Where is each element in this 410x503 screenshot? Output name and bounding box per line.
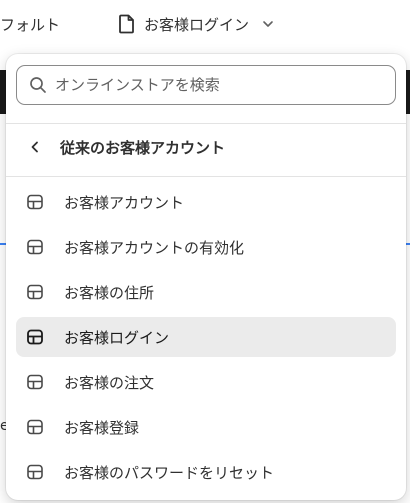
search-field[interactable] xyxy=(16,65,396,105)
template-icon xyxy=(26,418,44,436)
template-item-label: お客様ログイン xyxy=(64,328,170,347)
template-icon xyxy=(26,238,44,256)
page-selector-label: お客様ログイン xyxy=(144,15,250,34)
template-item-reset-password[interactable]: お客様のパスワードをリセット xyxy=(16,452,396,492)
template-item-account-activation[interactable]: お客様アカウントの有効化 xyxy=(16,227,396,267)
template-item-addresses[interactable]: お客様の住所 xyxy=(16,272,396,312)
page-icon xyxy=(118,14,136,34)
chevron-left-icon xyxy=(28,140,42,154)
chevron-down-icon xyxy=(261,17,275,31)
page-selector-button[interactable]: お客様ログイン xyxy=(118,6,275,42)
search-input[interactable] xyxy=(55,76,383,94)
template-item-label: お客様アカウントの有効化 xyxy=(64,238,245,257)
template-item-label: お客様の住所 xyxy=(64,283,155,302)
template-item-label: お客様アカウント xyxy=(64,193,185,212)
divider xyxy=(6,176,406,177)
divider xyxy=(6,123,406,124)
template-icon xyxy=(26,463,44,481)
back-button[interactable]: 従来のお客様アカウント xyxy=(16,127,396,167)
page-selector-dropdown: 従来のお客様アカウント お客様アカウント お客様アカウントの有効化 お客様の住所 xyxy=(6,54,406,500)
template-item-register[interactable]: お客様登録 xyxy=(16,407,396,447)
template-icon xyxy=(26,373,44,391)
template-item-login[interactable]: お客様ログイン xyxy=(16,317,396,357)
template-item-orders[interactable]: お客様の注文 xyxy=(16,362,396,402)
template-icon xyxy=(26,193,44,211)
template-item-label: お客様のパスワードをリセット xyxy=(64,463,275,482)
template-list: お客様アカウント お客様アカウントの有効化 お客様の住所 お客様ログイン お客様… xyxy=(16,182,396,497)
search-icon xyxy=(29,76,47,94)
template-item-customer-account[interactable]: お客様アカウント xyxy=(16,182,396,222)
default-label-fragment: フォルト xyxy=(0,16,61,34)
back-label: 従来のお客様アカウント xyxy=(60,138,226,157)
template-icon xyxy=(26,283,44,301)
template-item-label: お客様の注文 xyxy=(64,373,155,392)
template-icon xyxy=(26,328,44,346)
template-item-label: お客様登録 xyxy=(64,418,140,437)
